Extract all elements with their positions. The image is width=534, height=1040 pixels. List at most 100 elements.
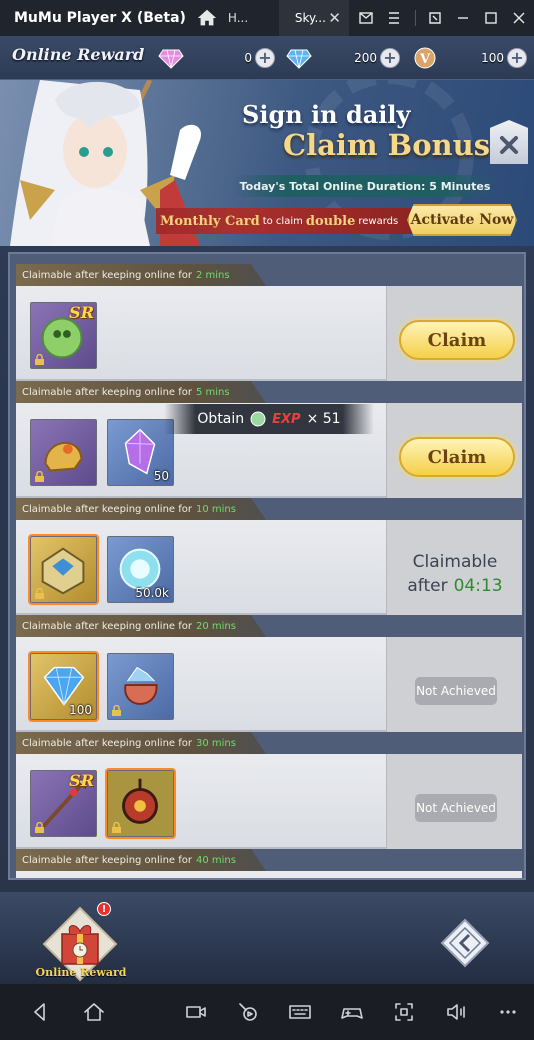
more-icon[interactable] <box>496 1000 520 1024</box>
mail-icon[interactable] <box>353 5 379 31</box>
requirement-mins: 20 mins <box>196 620 236 632</box>
reward-card: SR Not Achieved <box>16 754 522 849</box>
maximize-icon[interactable] <box>478 5 504 31</box>
monthly-card-label: Monthly Card <box>160 213 260 229</box>
currency-value: 200 <box>354 51 377 65</box>
add-currency-button[interactable]: + <box>255 48 275 68</box>
row-requirement: Claimable after keeping online for 40 min… <box>16 849 266 871</box>
row-requirement: Claimable after keeping online for 5 mins <box>16 381 266 403</box>
reward-item[interactable]: SR <box>30 770 97 837</box>
sign-in-banner: Sign in daily Claim Bonus Today's Total … <box>0 80 534 246</box>
lock-icon <box>35 822 44 833</box>
close-window-icon[interactable] <box>506 5 532 31</box>
add-currency-button[interactable]: + <box>507 48 527 68</box>
pin-window-icon[interactable] <box>422 5 448 31</box>
promo-text: to claim <box>262 215 303 227</box>
tab-home[interactable]: H... <box>228 0 268 36</box>
claim-area: Not Achieved <box>386 637 522 732</box>
requirement-mins: 2 mins <box>196 269 230 281</box>
row-requirement: Claimable after keeping online for 30 min… <box>16 732 266 754</box>
not-achieved-button: Not Achieved <box>415 677 497 705</box>
mumu-player-window: MuMu Player X (Beta) H... Sky... ✕ Onlin… <box>0 0 534 1040</box>
requirement-mins: 10 mins <box>196 503 236 515</box>
window-controls <box>353 5 534 31</box>
reward-item[interactable]: 50.0k <box>107 536 174 603</box>
timer-area: Claimable after 04:13 <box>386 520 522 615</box>
android-nav-bar <box>0 984 534 1040</box>
countdown-timer: 04:13 <box>453 576 503 596</box>
online-duration-text: Today's Total Online Duration: 5 Minutes <box>234 175 496 197</box>
blue-diamond-icon <box>286 49 312 69</box>
requirement-text: Claimable after keeping online for <box>22 269 192 281</box>
lock-icon <box>112 705 121 716</box>
claimable-after-text: Claimable after 04:13 <box>387 550 523 598</box>
v-coin-icon: V <box>414 47 436 69</box>
reward-card: 100 Not Achieved <box>16 637 522 732</box>
currency-blue-diamond: 200 + <box>286 46 400 70</box>
currency-value: 100 <box>481 51 504 65</box>
panel-title: Online Reward <box>12 45 145 64</box>
reward-item[interactable] <box>30 536 97 603</box>
claim-button[interactable]: Claim <box>399 320 515 360</box>
currency-pink-diamond: 0 + <box>158 46 275 70</box>
menu-icon[interactable] <box>381 5 407 31</box>
currency-value: 0 <box>244 51 252 65</box>
gamepad-icon[interactable] <box>340 1000 364 1024</box>
lock-icon <box>35 588 44 599</box>
close-icon <box>500 136 518 154</box>
reward-list[interactable]: Claimable after keeping online for 2 mins… <box>8 252 526 880</box>
claim-area: Claim <box>386 286 522 381</box>
obtain-toast: Obtain EXP × 51 <box>164 404 374 434</box>
sr-badge: SR <box>69 303 94 322</box>
claimable-label: Claimable <box>412 552 498 572</box>
reward-item[interactable]: SR <box>30 302 97 369</box>
claim-button[interactable]: Claim <box>399 437 515 477</box>
notification-badge: ! <box>97 902 111 916</box>
online-reward-label[interactable]: Online Reward <box>32 966 130 979</box>
back-arrow-icon[interactable] <box>440 918 490 968</box>
requirement-text: Claimable after keeping online for <box>22 737 192 749</box>
macro-icon[interactable] <box>236 1000 260 1024</box>
divider <box>415 10 416 26</box>
reward-row: Claimable after keeping online for 10 min… <box>16 498 522 615</box>
back-icon[interactable] <box>28 1000 52 1024</box>
requirement-text: Claimable after keeping online for <box>22 386 192 398</box>
home-nav-icon[interactable] <box>82 1000 106 1024</box>
tab-sky[interactable]: Sky... ✕ <box>278 0 349 36</box>
reward-item[interactable]: 100 <box>30 653 97 720</box>
volume-icon[interactable] <box>444 1000 468 1024</box>
close-tab-icon[interactable]: ✕ <box>328 9 341 27</box>
reward-row: Claimable after keeping online for 20 min… <box>16 615 522 732</box>
countdown-line: after 04:13 <box>387 574 523 598</box>
reward-row: Claimable after keeping online for 2 mins… <box>16 264 522 381</box>
exp-label: EXP <box>272 411 301 427</box>
game-screen: Online Reward 0 + 200 + V 100 + Sign in … <box>0 36 534 984</box>
fullscreen-icon[interactable] <box>392 1000 416 1024</box>
requirement-mins: 40 mins <box>196 854 236 866</box>
requirement-text: Claimable after keeping online for <box>22 620 192 632</box>
lock-icon <box>112 822 121 833</box>
reward-row: Claimable after keeping online for 40 min… <box>16 849 522 878</box>
requirement-mins: 5 mins <box>196 386 230 398</box>
reward-item[interactable] <box>107 653 174 720</box>
minimize-icon[interactable] <box>450 5 476 31</box>
home-icon[interactable] <box>196 7 218 29</box>
keyboard-icon[interactable] <box>288 1000 312 1024</box>
reward-item[interactable] <box>30 419 97 486</box>
close-panel-button[interactable] <box>490 120 528 164</box>
activate-now-button[interactable]: Activate Now <box>407 204 517 236</box>
reward-row: Claimable after keeping online for 5 mins… <box>16 381 522 498</box>
reward-item[interactable] <box>107 770 174 837</box>
lock-icon <box>35 471 44 482</box>
add-currency-button[interactable]: + <box>380 48 400 68</box>
requirement-text: Claimable after keeping online for <box>22 503 192 515</box>
svg-text:V: V <box>419 52 431 67</box>
sr-badge: SR <box>69 771 94 790</box>
promo-text-end: rewards <box>358 215 399 227</box>
reward-card: SR Claim <box>16 286 522 381</box>
promo-double: double <box>305 213 356 229</box>
screen-record-icon[interactable] <box>184 1000 208 1024</box>
emulator-title-bar: MuMu Player X (Beta) H... Sky... ✕ <box>0 0 534 36</box>
item-quantity: 100 <box>69 703 92 717</box>
row-requirement: Claimable after keeping online for 2 mins <box>16 264 266 286</box>
